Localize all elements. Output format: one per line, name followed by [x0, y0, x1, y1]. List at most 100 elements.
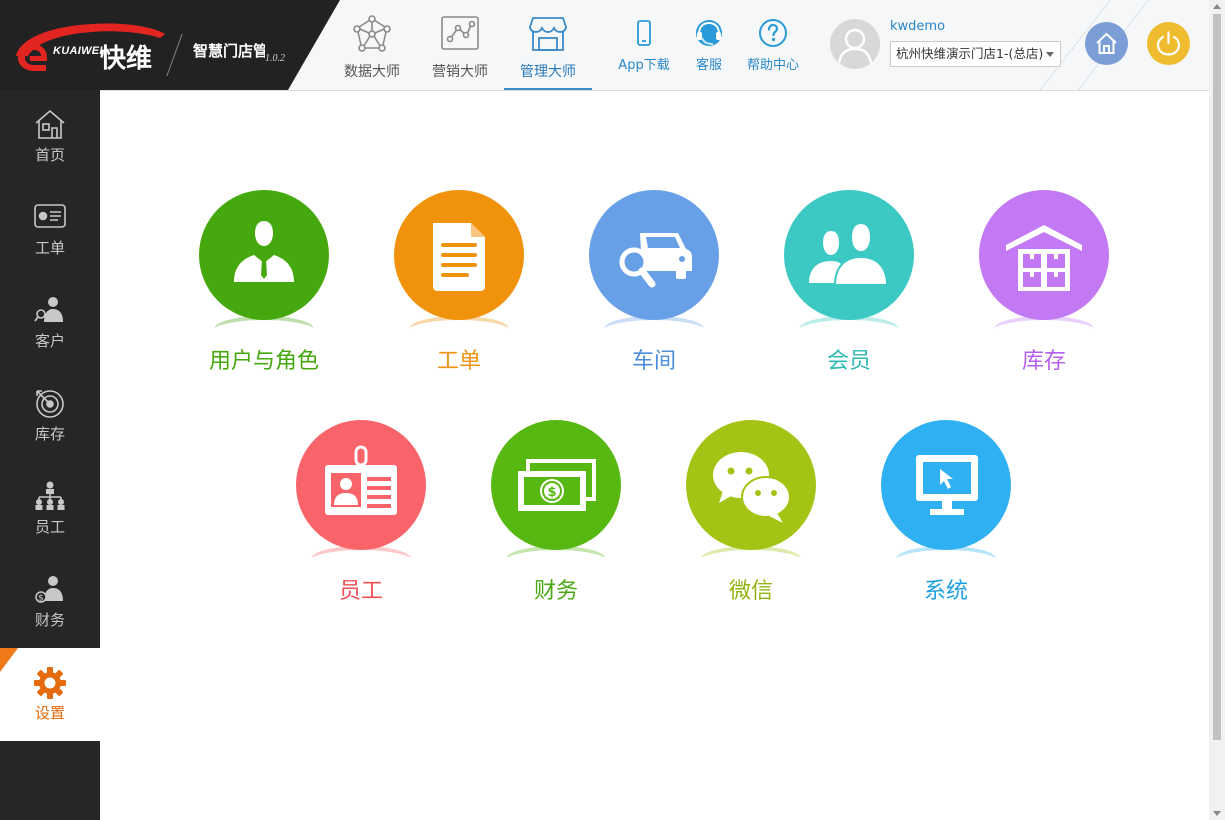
sidebar-item-settings[interactable]: 设置: [0, 648, 100, 741]
username: kwdemo: [890, 19, 946, 34]
module-shadow: [892, 546, 1000, 576]
module-shadow: [210, 316, 318, 346]
scroll-down-arrow-icon[interactable]: [1213, 811, 1221, 816]
sidebar-item-staff[interactable]: 员工: [0, 462, 100, 555]
module-workshop[interactable]: 车间: [584, 190, 724, 390]
module-finance[interactable]: $ 财务: [486, 420, 626, 620]
module-circle: [881, 420, 1011, 550]
home-icon: [1096, 32, 1117, 54]
module-shadow: [502, 546, 610, 576]
module-shadow: [795, 316, 903, 346]
module-wechat[interactable]: 微信: [681, 420, 821, 620]
org-chart-icon: [35, 481, 65, 510]
module-shadow: [405, 316, 513, 346]
user-role-icon: [234, 221, 294, 282]
module-label: 车间: [631, 349, 676, 374]
sidebar-item-work-order[interactable]: 工单: [0, 183, 100, 276]
store-management-icon: [529, 17, 567, 51]
headset-icon: [696, 20, 722, 46]
module-circle: [199, 190, 329, 320]
members-icon: [809, 221, 889, 286]
module-circle: [394, 190, 524, 320]
inventory-target-icon: [36, 390, 64, 418]
sidebar-item-label: 财务: [34, 611, 65, 629]
sidebar: 首页 工单 客户 库存 员工 $ 财务 设置: [0, 90, 100, 820]
module-label: 微信: [728, 579, 773, 604]
sidebar-item-label: 工单: [34, 239, 65, 257]
sidebar-item-finance[interactable]: $ 财务: [0, 555, 100, 648]
warehouse-icon: [1006, 225, 1082, 291]
module-staff[interactable]: 员工: [291, 420, 431, 620]
store-select-value: 杭州快维演示门店1-(总店): [896, 46, 1044, 61]
module-circle: [296, 420, 426, 550]
module-shadow: [990, 316, 1098, 346]
home-button[interactable]: [1085, 22, 1128, 65]
logo-divider: [166, 34, 183, 76]
util-label: 客服: [695, 58, 722, 73]
module-shadow: [600, 316, 708, 346]
module-user-role[interactable]: 用户与角色: [194, 190, 334, 390]
chevron-down-icon: [1046, 52, 1054, 57]
customer-service-link[interactable]: 客服: [690, 18, 728, 73]
sidebar-item-label: 员工: [34, 518, 65, 536]
module-work-order[interactable]: 工单: [389, 190, 529, 390]
power-icon: [1156, 31, 1181, 56]
sidebar-item-customer[interactable]: 客户: [0, 276, 100, 369]
tab-label: 数据大师: [344, 64, 400, 80]
help-center-link[interactable]: 帮助中心: [742, 18, 804, 73]
marketing-chart-icon: [441, 16, 479, 50]
main-content: 用户与角色 工单 车间 会员 库存 员工 $ 财务 微信 系统: [100, 91, 1209, 820]
wechat-icon: [713, 452, 791, 523]
sidebar-item-label: 库存: [34, 425, 65, 443]
module-member[interactable]: 会员: [779, 190, 919, 390]
module-shadow: [697, 546, 805, 576]
scroll-thumb[interactable]: [1213, 14, 1221, 740]
vertical-scrollbar[interactable]: [1209, 0, 1225, 820]
active-indicator: [0, 648, 18, 672]
sidebar-item-label: 客户: [34, 332, 65, 350]
util-label: App下载: [618, 58, 670, 73]
tab-label: 营销大师: [432, 64, 488, 80]
car-search-icon: [619, 233, 692, 288]
module-system[interactable]: 系统: [876, 420, 1016, 620]
customer-icon: [34, 297, 63, 322]
tab-marketing-master[interactable]: 营销大师: [416, 0, 504, 90]
tab-management-master[interactable]: 管理大师: [504, 0, 592, 90]
svg-text:$: $: [38, 594, 44, 604]
sidebar-item-label: 设置: [34, 704, 65, 722]
money-icon: $: [518, 459, 596, 511]
document-icon: [433, 223, 485, 291]
module-circle: [784, 190, 914, 320]
module-circle: $: [491, 420, 621, 550]
app-download-link[interactable]: App下载: [612, 18, 676, 73]
monitor-icon: [916, 455, 978, 515]
avatar[interactable]: [830, 19, 880, 69]
store-select[interactable]: 杭州快维演示门店1-(总店): [890, 41, 1061, 67]
module-inventory[interactable]: 库存: [974, 190, 1114, 390]
svg-text:$: $: [547, 485, 556, 500]
top-header: KUAIWEI 快维 智慧门店管理系统 1.0.2 数据大师 营销大师 管理大师: [0, 0, 1209, 91]
product-name: 智慧门店管理系统: [193, 42, 265, 60]
module-shadow: [307, 546, 415, 576]
module-label: 库存: [1021, 349, 1066, 374]
scroll-up-arrow-icon[interactable]: [1213, 4, 1221, 9]
module-circle: [686, 420, 816, 550]
tab-data-master[interactable]: 数据大师: [328, 0, 416, 90]
user-avatar-icon: [837, 28, 873, 64]
brand-name-en: KUAIWEI: [53, 45, 103, 57]
data-network-icon: [353, 15, 391, 52]
tab-label: 管理大师: [520, 64, 576, 80]
module-label: 会员: [826, 349, 871, 374]
finance-icon: $: [35, 576, 63, 604]
sidebar-item-inventory[interactable]: 库存: [0, 369, 100, 462]
sidebar-item-home[interactable]: 首页: [0, 90, 100, 183]
module-circle: [979, 190, 1109, 320]
gear-icon: [34, 667, 66, 699]
question-icon: [759, 19, 787, 47]
logout-button[interactable]: [1147, 22, 1190, 65]
sidebar-item-label: 首页: [34, 146, 65, 164]
module-label: 用户与角色: [208, 349, 319, 374]
work-order-icon: [34, 204, 66, 228]
logo-panel: KUAIWEI 快维 智慧门店管理系统 1.0.2: [0, 0, 340, 90]
module-label: 系统: [923, 579, 968, 604]
